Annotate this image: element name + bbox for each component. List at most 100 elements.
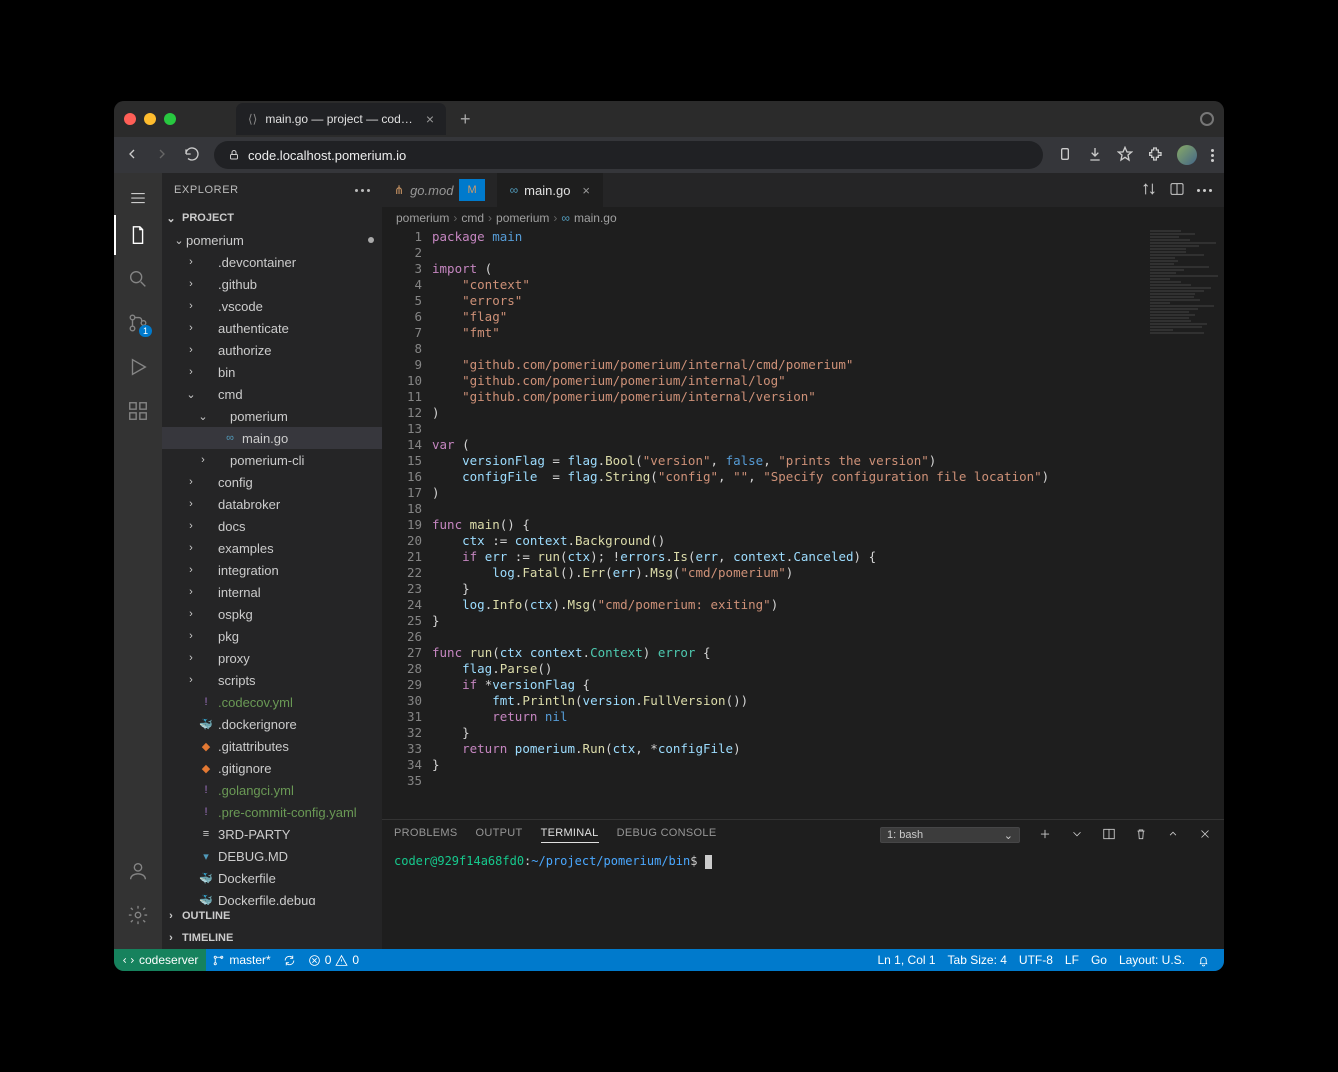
sync-button[interactable] — [277, 949, 302, 971]
tree-folder[interactable]: ›.vscode — [162, 295, 382, 317]
extensions-view-icon[interactable] — [114, 391, 162, 431]
tree-root[interactable]: ⌄pomerium — [162, 229, 382, 251]
tree-folder[interactable]: ›ospkg — [162, 603, 382, 625]
source-control-icon[interactable]: 1 — [114, 303, 162, 343]
new-terminal-icon[interactable] — [1038, 827, 1052, 844]
compare-icon[interactable] — [1141, 181, 1157, 200]
eol[interactable]: LF — [1059, 949, 1085, 971]
terminal-user: coder@929f14a68fd0 — [394, 854, 524, 868]
layout-terminal-icon[interactable] — [1102, 827, 1116, 844]
tree-file[interactable]: 🐳Dockerfile.debug — [162, 889, 382, 905]
git-branch[interactable]: master* — [206, 949, 276, 971]
maximize-window[interactable] — [164, 113, 176, 125]
minimap[interactable] — [1144, 229, 1224, 819]
tree-file[interactable]: ∞main.go — [162, 427, 382, 449]
split-terminal-icon[interactable] — [1070, 827, 1084, 844]
tree-folder[interactable]: ›pkg — [162, 625, 382, 647]
keyboard-layout[interactable]: Layout: U.S. — [1113, 949, 1191, 971]
search-icon[interactable] — [114, 259, 162, 299]
tree-file[interactable]: ≡3RD-PARTY — [162, 823, 382, 845]
terminal-body[interactable]: coder@929f14a68fd0:~/project/pomerium/bi… — [382, 850, 1224, 949]
kebab-menu-icon[interactable] — [1211, 149, 1214, 162]
section-timeline[interactable]: ›TIMELINE — [162, 927, 382, 949]
download-icon[interactable] — [1087, 146, 1103, 165]
settings-gear-icon[interactable] — [114, 895, 162, 935]
cursor-position[interactable]: Ln 1, Col 1 — [872, 949, 942, 971]
tree-folder[interactable]: ›internal — [162, 581, 382, 603]
sidebar-more-icon[interactable] — [355, 189, 370, 192]
split-editor-icon[interactable] — [1169, 181, 1185, 200]
tree-folder[interactable]: ›authorize — [162, 339, 382, 361]
tree-folder[interactable]: ›examples — [162, 537, 382, 559]
tree-file[interactable]: ◆.gitignore — [162, 757, 382, 779]
remote-indicator[interactable]: codeserver — [114, 949, 206, 971]
tree-file[interactable]: ▾DEBUG.MD — [162, 845, 382, 867]
close-panel-icon[interactable] — [1198, 827, 1212, 844]
terminal-selector[interactable]: 1: bash ⌄ — [880, 827, 1020, 843]
browser-tab[interactable]: ⟨⟩ main.go — project — code-serv × — [236, 103, 446, 135]
tree-file[interactable]: 🐳.dockerignore — [162, 713, 382, 735]
tree-folder[interactable]: ›integration — [162, 559, 382, 581]
extensions-icon[interactable] — [1147, 146, 1163, 165]
panel-tab[interactable]: PROBLEMS — [394, 827, 458, 843]
clipboard-icon[interactable] — [1057, 146, 1073, 165]
sidebar-header: EXPLORER — [162, 173, 382, 207]
tree-folder[interactable]: ›config — [162, 471, 382, 493]
new-tab-button[interactable]: + — [460, 109, 471, 130]
bottom-panel: PROBLEMS OUTPUT TERMINAL DEBUG CONSOLE 1: b… — [382, 819, 1224, 949]
editor-app: 1 — [114, 173, 1224, 971]
tree-folder[interactable]: ›proxy — [162, 647, 382, 669]
breadcrumb[interactable]: pomerium›cmd›pomerium›∞ main.go — [382, 207, 1224, 229]
browser-titlebar: ⟨⟩ main.go — project — code-serv × + — [114, 101, 1224, 137]
maximize-panel-icon[interactable] — [1166, 827, 1180, 844]
tree-file[interactable]: !.pre-commit-config.yaml — [162, 801, 382, 823]
tree-folder[interactable]: ›databroker — [162, 493, 382, 515]
accounts-icon[interactable] — [114, 851, 162, 891]
encoding[interactable]: UTF-8 — [1013, 949, 1059, 971]
forward-button[interactable] — [154, 146, 170, 165]
language-mode[interactable]: Go — [1085, 949, 1113, 971]
close-tab-icon[interactable]: × — [426, 111, 434, 127]
section-outline[interactable]: ›OUTLINE — [162, 905, 382, 927]
profile-avatar[interactable] — [1177, 145, 1197, 165]
close-tab-icon[interactable]: × — [582, 183, 590, 198]
run-debug-icon[interactable] — [114, 347, 162, 387]
panel-tab[interactable]: TERMINAL — [541, 827, 599, 843]
tree-file[interactable]: !.golangci.yml — [162, 779, 382, 801]
close-window[interactable] — [124, 113, 136, 125]
tree-folder[interactable]: ›.github — [162, 273, 382, 295]
star-icon[interactable] — [1117, 146, 1133, 165]
editor-tab[interactable]: ∞main.go× — [498, 173, 603, 207]
tree-folder[interactable]: ›authenticate — [162, 317, 382, 339]
tree-folder[interactable]: ›pomerium-cli — [162, 449, 382, 471]
tree-folder[interactable]: ›.devcontainer — [162, 251, 382, 273]
editor-tab[interactable]: ⋔go.modM — [382, 173, 498, 207]
reload-button[interactable] — [184, 146, 200, 165]
back-button[interactable] — [124, 146, 140, 165]
kill-terminal-icon[interactable] — [1134, 827, 1148, 844]
address-bar[interactable]: code.localhost.pomerium.io — [214, 141, 1043, 169]
panel-tab[interactable]: DEBUG CONSOLE — [617, 827, 717, 843]
explorer-icon[interactable] — [114, 215, 162, 255]
tree-folder[interactable]: ⌄pomerium — [162, 405, 382, 427]
tree-folder[interactable]: ›bin — [162, 361, 382, 383]
minimize-window[interactable] — [144, 113, 156, 125]
code-content[interactable]: package main import ( "context" "errors"… — [432, 229, 1224, 819]
tree-folder[interactable]: ›docs — [162, 515, 382, 537]
tree-file[interactable]: ◆.gitattributes — [162, 735, 382, 757]
tree-folder[interactable]: ›scripts — [162, 669, 382, 691]
section-project[interactable]: ⌄PROJECT — [162, 207, 382, 229]
problems-indicator[interactable]: 0 0 — [302, 949, 365, 971]
chevron-icon[interactable] — [1200, 112, 1214, 126]
tree-file[interactable]: 🐳Dockerfile — [162, 867, 382, 889]
code-editor[interactable]: 1234567891011121314151617181920212223242… — [382, 229, 1224, 819]
notifications-icon[interactable] — [1191, 949, 1216, 971]
tab-size[interactable]: Tab Size: 4 — [942, 949, 1013, 971]
app-menu-icon[interactable] — [114, 181, 162, 215]
panel-tab[interactable]: OUTPUT — [476, 827, 523, 843]
url-text: code.localhost.pomerium.io — [248, 148, 406, 163]
tree-folder[interactable]: ⌄cmd — [162, 383, 382, 405]
editor-more-icon[interactable] — [1197, 189, 1212, 192]
tree-file[interactable]: !.codecov.yml — [162, 691, 382, 713]
terminal-prompt-symbol: $ — [690, 854, 697, 868]
